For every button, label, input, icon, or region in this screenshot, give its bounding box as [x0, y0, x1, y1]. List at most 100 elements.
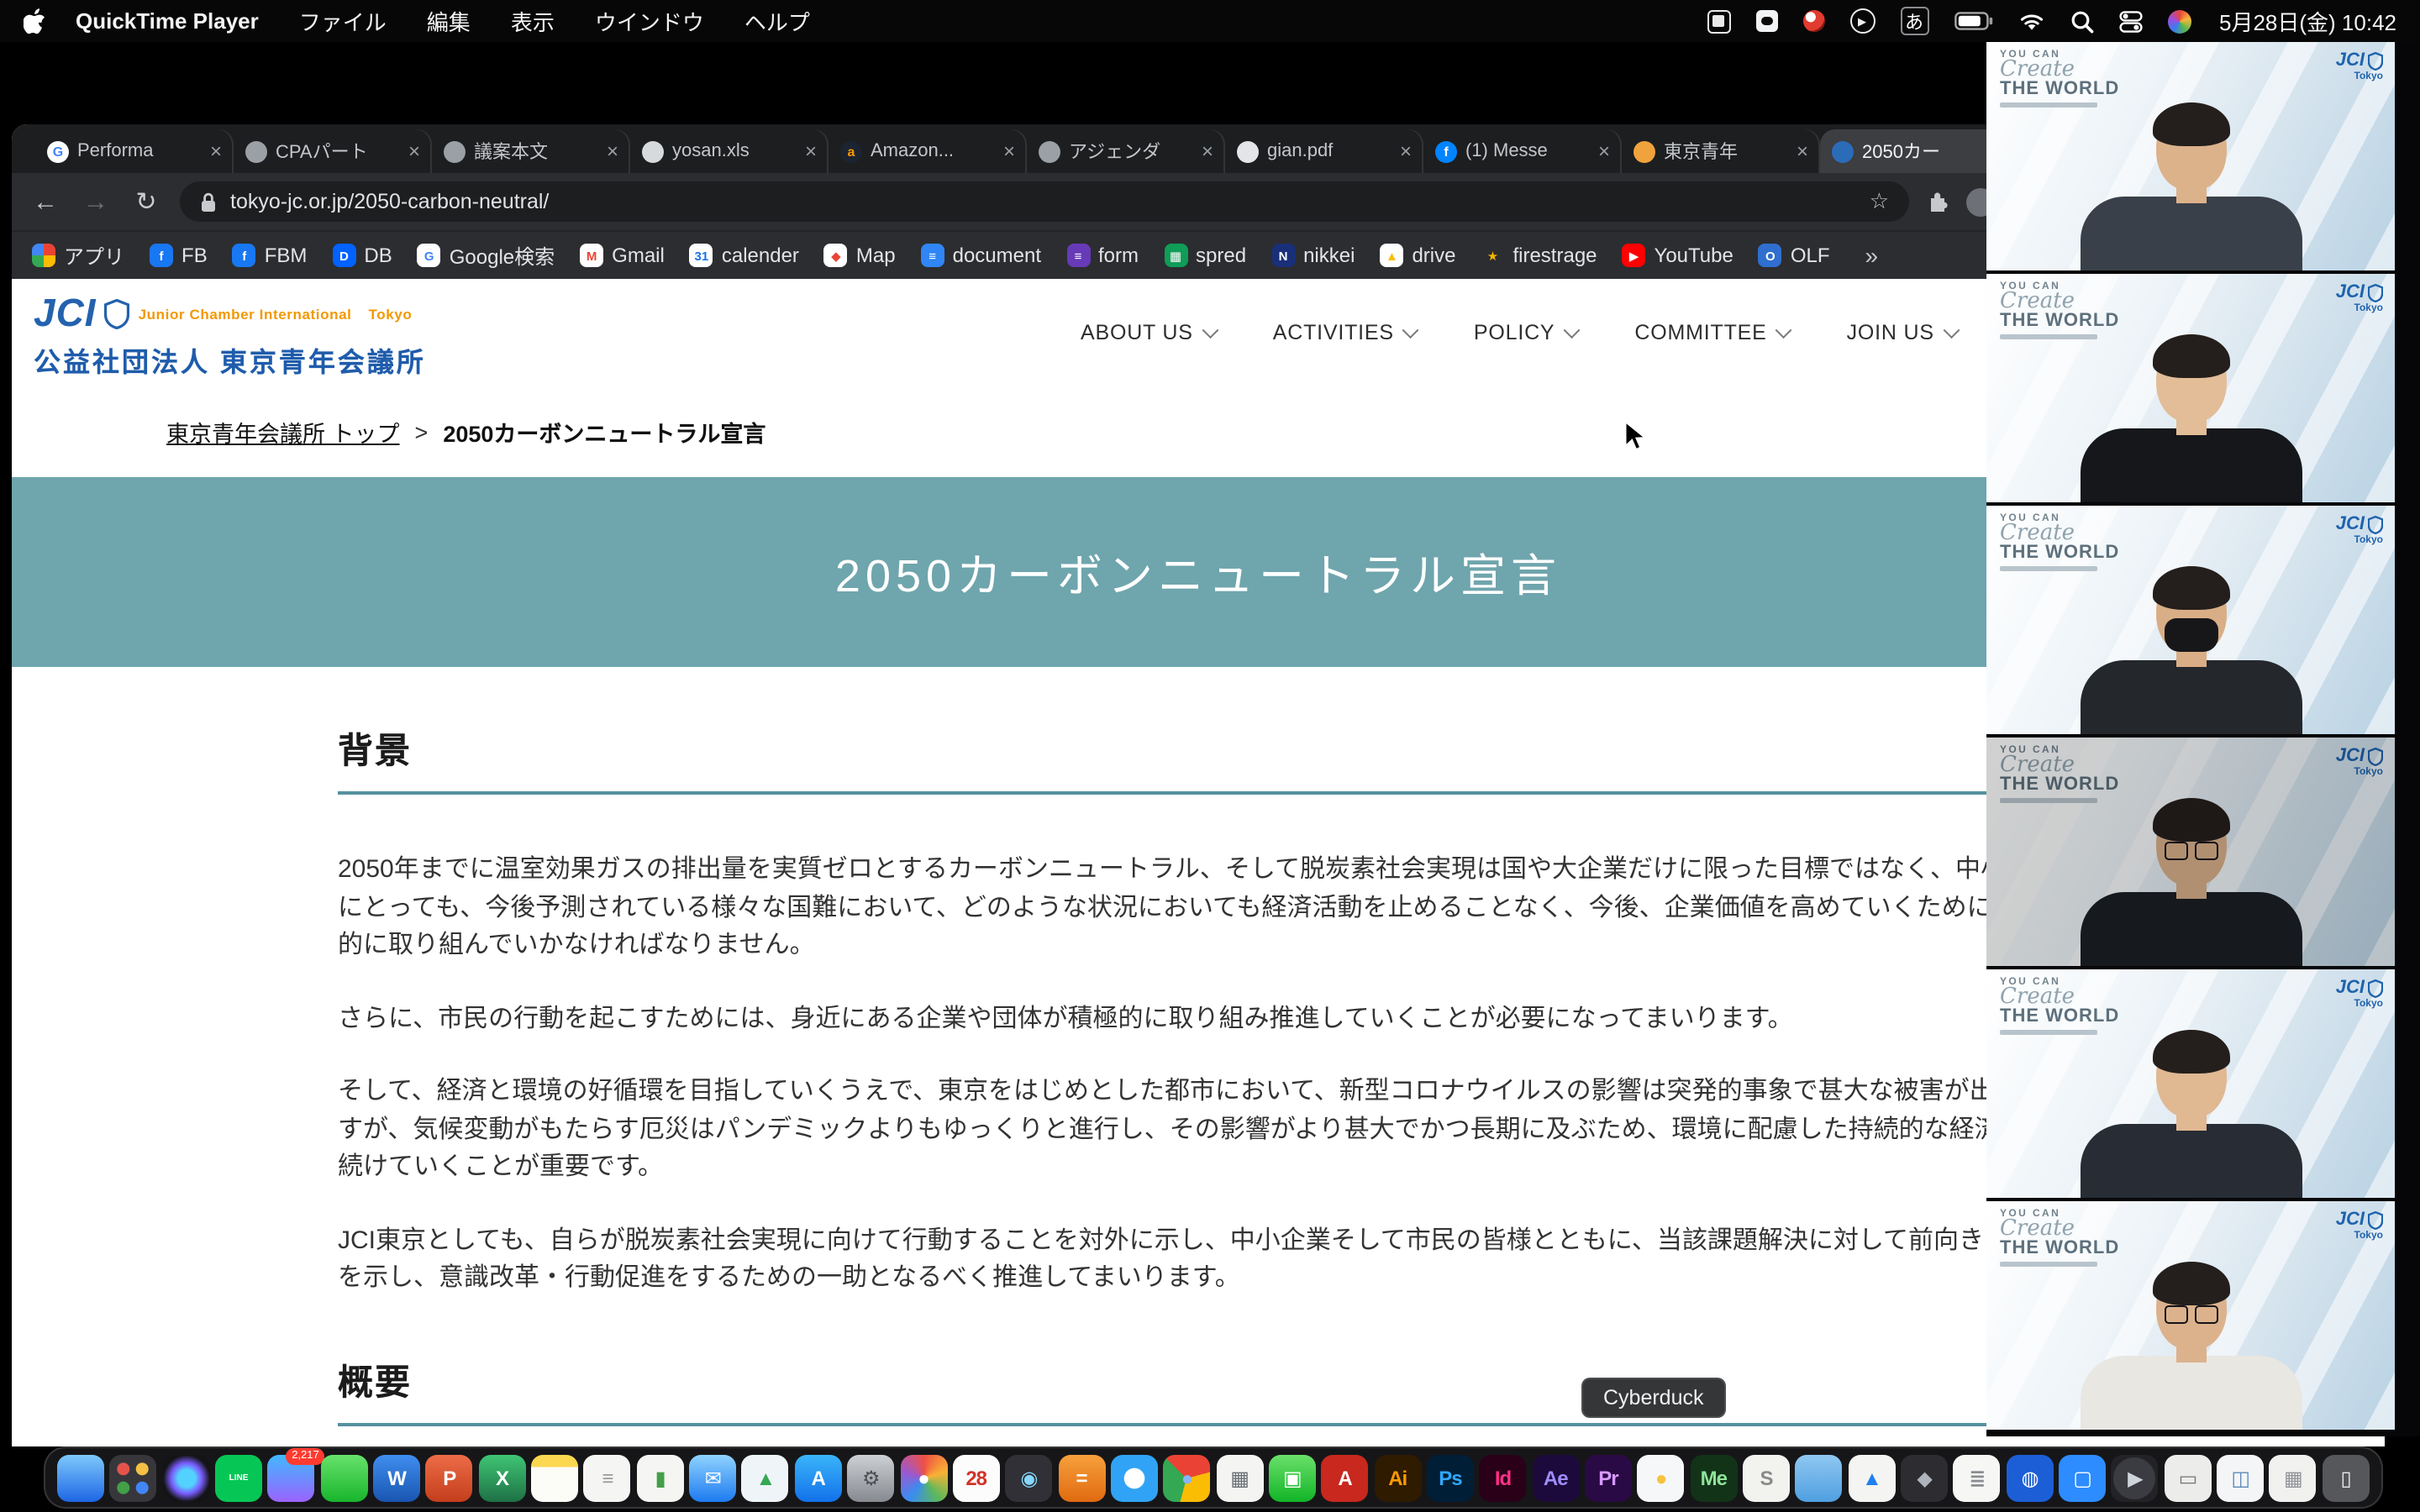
dock-item[interactable]: ▶: [2112, 1454, 2159, 1501]
bookmark-item[interactable]: N nikkei: [1271, 241, 1355, 270]
dock-app-icon[interactable]: [57, 1454, 104, 1501]
dock-app-icon[interactable]: ▦: [2270, 1454, 2317, 1501]
dock-app-icon[interactable]: ●: [1638, 1454, 1685, 1501]
dock-app-icon[interactable]: ▲: [742, 1454, 789, 1501]
dock-item[interactable]: ▲: [742, 1454, 789, 1501]
dock-item[interactable]: LINE: [215, 1454, 262, 1501]
bookmark-item[interactable]: ≡ form: [1066, 241, 1139, 270]
video-tile[interactable]: YOU CAN Create THE WORLD JCI Tokyo: [1986, 274, 2395, 502]
dock-app-icon[interactable]: ✉: [689, 1454, 736, 1501]
dock-item[interactable]: ▯: [2323, 1454, 2370, 1501]
dock-app-icon[interactable]: A: [795, 1454, 842, 1501]
browser-tab[interactable]: yosan.xls ×: [630, 129, 829, 173]
dock-item[interactable]: Ps: [1427, 1454, 1474, 1501]
browser-tab[interactable]: 東京青年 ×: [1622, 129, 1820, 173]
dock-app-icon[interactable]: ◍: [2006, 1454, 2053, 1501]
dock-app-icon[interactable]: [320, 1454, 367, 1501]
browser-tab[interactable]: f (1) Messe ×: [1423, 129, 1622, 173]
dock-app-icon[interactable]: [162, 1454, 209, 1501]
dock-app-icon[interactable]: ≡: [584, 1454, 631, 1501]
dock-item[interactable]: S: [1743, 1454, 1790, 1501]
dock-item[interactable]: ●: [900, 1454, 947, 1501]
tab-close-icon[interactable]: ×: [408, 139, 420, 163]
dock-app-icon[interactable]: Ai: [1374, 1454, 1421, 1501]
site-nav-item[interactable]: ACTIVITIES: [1273, 321, 1417, 344]
dock-app-icon[interactable]: ▯: [2323, 1454, 2370, 1501]
dock-item[interactable]: ▭: [2165, 1454, 2212, 1501]
video-tile[interactable]: YOU CAN Create THE WORLD JCI Tokyo: [1986, 506, 2395, 734]
bookmark-item[interactable]: G Google検索: [418, 241, 555, 270]
dock-item[interactable]: Ae: [1532, 1454, 1579, 1501]
bookmark-item[interactable]: アプリ: [32, 241, 124, 270]
bookmark-item[interactable]: ▲ drive: [1380, 241, 1455, 270]
dock-item[interactable]: [320, 1454, 367, 1501]
bookmark-item[interactable]: M Gmail: [580, 241, 665, 270]
dock-item[interactable]: ⚙: [847, 1454, 894, 1501]
tab-close-icon[interactable]: ×: [1797, 139, 1808, 163]
bookmark-item[interactable]: O OLF: [1759, 241, 1830, 270]
dock-item[interactable]: [162, 1454, 209, 1501]
dock-app-icon[interactable]: A: [1322, 1454, 1369, 1501]
control-center-icon[interactable]: [2118, 9, 2142, 33]
tab-close-icon[interactable]: ×: [607, 139, 618, 163]
bookmark-item[interactable]: f FB: [150, 241, 208, 270]
browser-tab[interactable]: gian.pdf ×: [1225, 129, 1423, 173]
dock-item[interactable]: P: [426, 1454, 473, 1501]
menu-item[interactable]: ヘルプ: [744, 5, 810, 37]
dock-item[interactable]: ▲: [1848, 1454, 1895, 1501]
browser-tab[interactable]: a Amazon... ×: [829, 129, 1027, 173]
active-app-name[interactable]: QuickTime Player: [76, 8, 259, 34]
site-nav-item[interactable]: JOIN US: [1847, 321, 1957, 344]
dock-item[interactable]: ✉: [689, 1454, 736, 1501]
dock-app-icon[interactable]: ▲: [1848, 1454, 1895, 1501]
menu-item[interactable]: ファイル: [299, 5, 387, 37]
menu-item[interactable]: ウインドウ: [595, 5, 704, 37]
menu-bar-clock[interactable]: 5月28日(金) 10:42: [2219, 5, 2396, 37]
bookmark-item[interactable]: f FBM: [233, 241, 308, 270]
apple-menu-icon[interactable]: [24, 8, 45, 34]
video-tile[interactable]: YOU CAN Create THE WORLD JCI Tokyo: [1986, 1201, 2395, 1430]
dock-item[interactable]: ≣: [1954, 1454, 2001, 1501]
bookmark-item[interactable]: ≡ document: [921, 241, 1041, 270]
bookmark-item[interactable]: ▦ spred: [1164, 241, 1246, 270]
dock-item[interactable]: Id: [1480, 1454, 1527, 1501]
bookmark-star-icon[interactable]: ☆: [1870, 188, 1889, 215]
dock-item[interactable]: Me: [1690, 1454, 1737, 1501]
tab-close-icon[interactable]: ×: [1003, 139, 1015, 163]
video-tile[interactable]: YOU CAN Create THE WORLD JCI Tokyo: [1986, 42, 2395, 270]
tab-close-icon[interactable]: ×: [1400, 139, 1412, 163]
extensions-puzzle-icon[interactable]: [1926, 190, 1949, 213]
dock-app-icon[interactable]: Ae: [1532, 1454, 1579, 1501]
site-nav-item[interactable]: ABOUT US: [1081, 321, 1216, 344]
tab-close-icon[interactable]: ×: [805, 139, 817, 163]
bookmark-item[interactable]: D DB: [332, 241, 392, 270]
dock-item[interactable]: ◉: [1005, 1454, 1052, 1501]
dock-app-icon[interactable]: ▭: [2165, 1454, 2212, 1501]
battery-icon[interactable]: [1954, 12, 1992, 30]
site-logo[interactable]: JCI Junior Chamber International Tokyo 公…: [34, 291, 426, 380]
site-nav-item[interactable]: POLICY: [1474, 321, 1578, 344]
dock-item[interactable]: A: [1322, 1454, 1369, 1501]
site-nav-item[interactable]: COMMITTEE: [1634, 321, 1789, 344]
dock-app-icon[interactable]: [110, 1454, 157, 1501]
bookmark-item[interactable]: ▶ YouTube: [1623, 241, 1733, 270]
dock-app-icon[interactable]: ◆: [1901, 1454, 1948, 1501]
tab-close-icon[interactable]: ×: [1598, 139, 1610, 163]
dock-app-icon[interactable]: 28: [953, 1454, 1000, 1501]
dock-item[interactable]: ◆: [1901, 1454, 1948, 1501]
spotlight-search-icon[interactable]: [2070, 9, 2093, 33]
dock-item[interactable]: ●: [1638, 1454, 1685, 1501]
dock-item[interactable]: 2,217: [268, 1454, 315, 1501]
play-status-icon[interactable]: ▶: [1849, 8, 1875, 34]
dock-app-icon[interactable]: ▢: [2059, 1454, 2106, 1501]
url-text[interactable]: tokyo-jc.or.jp/2050-carbon-neutral/: [230, 190, 549, 213]
breadcrumb-home-link[interactable]: 東京青年会議所 トップ: [166, 415, 400, 449]
dock-item[interactable]: ▣: [1269, 1454, 1316, 1501]
dock-app-icon[interactable]: ●: [900, 1454, 947, 1501]
forward-button[interactable]: →: [79, 187, 113, 216]
dock-item[interactable]: ▮: [637, 1454, 684, 1501]
menu-item[interactable]: 編集: [427, 5, 471, 37]
dock-item[interactable]: =: [1058, 1454, 1105, 1501]
dock-item[interactable]: [57, 1454, 104, 1501]
reload-button[interactable]: ↻: [129, 186, 163, 217]
